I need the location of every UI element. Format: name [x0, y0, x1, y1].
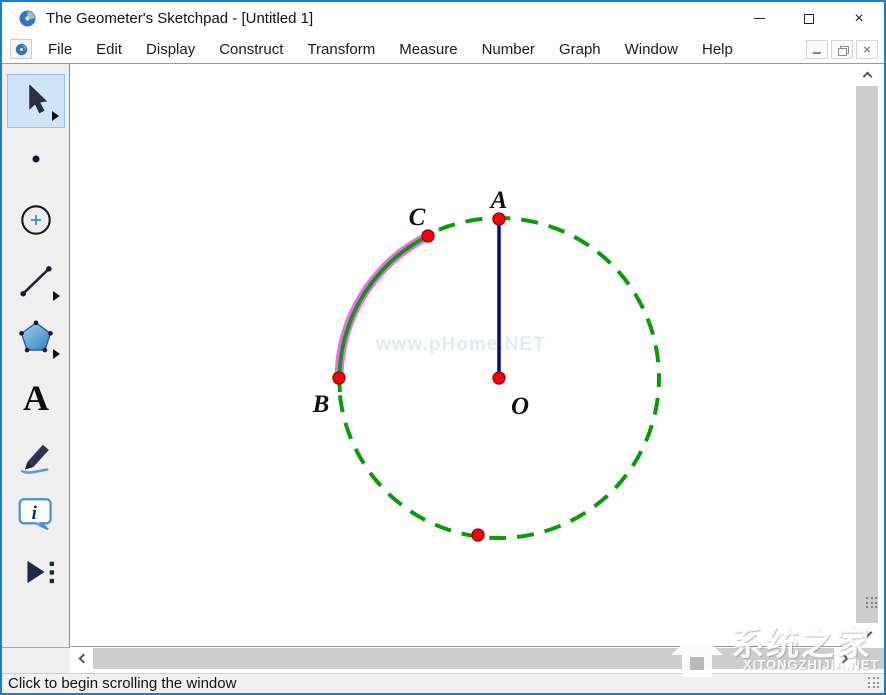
chevron-up-icon	[862, 72, 872, 82]
point-label-A[interactable]: A	[489, 187, 508, 214]
app-logo-icon	[19, 10, 36, 27]
point-label-C[interactable]: C	[409, 204, 426, 231]
svg-text:i: i	[32, 503, 38, 524]
status-bar: Click to begin scrolling the window	[2, 673, 884, 693]
geometry-drawing: www.pHome.NET A B C O	[71, 64, 856, 647]
horizontal-scrollbar-track[interactable]	[93, 648, 834, 669]
point[interactable]	[493, 372, 505, 384]
minimize-icon	[754, 18, 765, 19]
arc-BC[interactable]	[339, 236, 428, 392]
document-window-controls: ×	[806, 40, 878, 59]
chevron-left-icon	[79, 654, 89, 664]
info-bubble-icon: i	[12, 489, 60, 537]
doc-close-icon: ×	[863, 43, 871, 56]
marker-tool[interactable]	[7, 428, 65, 482]
menu-measure[interactable]: Measure	[389, 37, 467, 62]
doc-minimize-button[interactable]	[806, 40, 828, 59]
scroll-left-button[interactable]	[71, 648, 93, 669]
window-controls: ×	[734, 2, 884, 35]
menu-graph[interactable]: Graph	[549, 37, 611, 62]
point[interactable]	[493, 213, 505, 225]
scrollbar-corner	[856, 648, 884, 669]
maximize-icon	[804, 14, 814, 24]
toolbox-footer	[2, 647, 70, 673]
chevron-right-icon	[839, 654, 849, 664]
vertical-scrollbar-track[interactable]	[856, 86, 878, 623]
menu-display[interactable]: Display	[136, 37, 205, 62]
title-bar: The Geometer's Sketchpad - [Untitled 1] …	[2, 2, 884, 35]
custom-tool[interactable]	[7, 545, 65, 599]
point-icon	[14, 137, 58, 181]
flyout-arrow-icon	[53, 291, 60, 301]
chevron-down-icon	[862, 628, 872, 638]
custom-tool-icon	[12, 548, 60, 596]
arc-selection-halo	[339, 236, 428, 378]
point[interactable]	[333, 372, 345, 384]
point-label-B[interactable]: B	[312, 391, 330, 418]
menu-file[interactable]: File	[38, 37, 82, 62]
toolbox: A i	[2, 64, 70, 673]
doc-close-button[interactable]: ×	[856, 40, 878, 59]
menu-items: FileEditDisplayConstructTransformMeasure…	[38, 37, 747, 62]
minimize-button[interactable]	[734, 2, 784, 35]
polygon-tool[interactable]	[7, 311, 65, 365]
menu-window[interactable]: Window	[615, 37, 688, 62]
menu-edit[interactable]: Edit	[86, 37, 132, 62]
content-area: A i	[2, 64, 884, 673]
scroll-down-button[interactable]	[856, 623, 878, 645]
document-logo-icon	[15, 43, 28, 56]
close-icon: ×	[854, 11, 863, 27]
point-tool[interactable]	[7, 132, 65, 186]
flyout-arrow-icon	[52, 111, 59, 121]
window-title: The Geometer's Sketchpad - [Untitled 1]	[46, 10, 313, 27]
point[interactable]	[422, 230, 434, 242]
sketch-canvas[interactable]: www.pHome.NET A B C O	[71, 64, 856, 647]
menu-transform[interactable]: Transform	[297, 37, 385, 62]
menu-number[interactable]: Number	[472, 37, 545, 62]
menu-bar: FileEditDisplayConstructTransformMeasure…	[2, 35, 884, 64]
point[interactable]	[472, 529, 484, 541]
scroll-right-button[interactable]	[834, 648, 856, 669]
point-label-O[interactable]: O	[511, 393, 529, 420]
marker-pen-icon	[12, 431, 60, 479]
canvas-watermark: www.pHome.NET	[375, 334, 546, 355]
menu-construct[interactable]: Construct	[209, 37, 293, 62]
text-tool[interactable]: A	[7, 371, 65, 425]
circle-icon	[12, 196, 60, 244]
menu-help[interactable]: Help	[692, 37, 743, 62]
status-message: Click to begin scrolling the window	[8, 675, 236, 692]
document-icon-button[interactable]	[10, 39, 32, 59]
doc-minimize-icon	[813, 52, 821, 54]
app-window: The Geometer's Sketchpad - [Untitled 1] …	[0, 0, 886, 695]
information-tool[interactable]: i	[7, 486, 65, 540]
horizontal-scrollbar[interactable]	[71, 648, 856, 669]
text-tool-icon: A	[23, 380, 49, 416]
doc-restore-icon	[838, 46, 847, 54]
scroll-up-button[interactable]	[856, 64, 878, 86]
straightedge-tool[interactable]	[7, 253, 65, 307]
compass-tool[interactable]	[7, 193, 65, 247]
maximize-button[interactable]	[784, 2, 834, 35]
doc-restore-button[interactable]	[831, 40, 853, 59]
flyout-arrow-icon	[53, 349, 60, 359]
vertical-scrollbar[interactable]	[856, 64, 878, 647]
selection-arrow-tool[interactable]	[7, 74, 65, 128]
close-button[interactable]: ×	[834, 2, 884, 35]
